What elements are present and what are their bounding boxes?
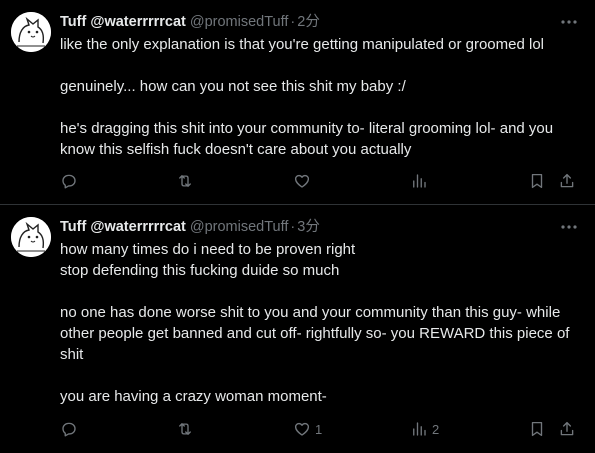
like-count: 1 <box>315 421 323 437</box>
tweet[interactable]: Tuff @waterrrrrcat @promisedTuff · 2分 like … <box>0 0 595 205</box>
display-name[interactable]: Tuff @waterrrrrcat <box>60 219 186 235</box>
share-icon <box>560 421 574 436</box>
share-button[interactable] <box>558 419 576 439</box>
like-button[interactable]: 1 <box>293 419 322 439</box>
views-button[interactable] <box>410 171 432 191</box>
bookmark-button[interactable] <box>528 171 546 191</box>
retweet-icon <box>179 423 191 435</box>
reply-icon <box>62 174 76 189</box>
reply-button[interactable] <box>60 419 78 439</box>
retweet-icon <box>179 175 191 187</box>
avatar-cat-drawing-icon <box>11 12 51 52</box>
more-dots-icon <box>561 225 577 229</box>
separator: · <box>290 14 296 30</box>
tweet-paragraph: he's dragging this shit into your commun… <box>60 120 554 158</box>
bookmark-button[interactable] <box>528 419 546 439</box>
avatar-cat-drawing-icon <box>11 217 51 257</box>
tweet-text: how many times do i need to be proven ri… <box>60 239 580 407</box>
tweet-actions <box>60 171 579 191</box>
retweet-button[interactable] <box>176 171 194 191</box>
tweet-paragraph: how many times do i need to be proven ri… <box>60 241 356 279</box>
views-button[interactable]: 2 <box>410 419 439 439</box>
like-button[interactable] <box>293 171 315 191</box>
tweet-paragraph: you are having a crazy woman moment- <box>60 388 327 405</box>
tweet-text: like the only explanation is that you're… <box>60 34 580 160</box>
display-name[interactable]: Tuff @waterrrrrcat <box>60 14 186 30</box>
user-handle[interactable]: @promisedTuff <box>190 14 289 30</box>
views-icon <box>413 174 426 188</box>
views-icon <box>413 422 426 436</box>
bookmark-icon <box>531 421 543 437</box>
tweet-paragraph: like the only explanation is that you're… <box>60 36 544 53</box>
tweet-header: Tuff @waterrrrrcat @promisedTuff · 3分 <box>60 218 555 236</box>
heart-icon <box>294 422 310 436</box>
more-options-button[interactable] <box>559 12 579 32</box>
heart-icon <box>294 174 310 188</box>
tweet[interactable]: Tuff @waterrrrrcat @promisedTuff · 3分 how m… <box>0 205 595 453</box>
more-dots-icon <box>561 20 577 24</box>
user-handle[interactable]: @promisedTuff <box>190 219 289 235</box>
tweet-header: Tuff @waterrrrrcat @promisedTuff · 2分 <box>60 13 555 31</box>
share-button[interactable] <box>558 171 576 191</box>
tweet-actions: 1 2 <box>60 419 579 439</box>
avatar[interactable] <box>11 12 51 52</box>
more-options-button[interactable] <box>559 217 579 237</box>
avatar[interactable] <box>11 217 51 257</box>
reply-button[interactable] <box>60 171 78 191</box>
timestamp[interactable]: 3分 <box>297 219 320 235</box>
bookmark-icon <box>531 173 543 189</box>
tweet-paragraph: genuinely... how can you not see this sh… <box>60 78 406 95</box>
timestamp[interactable]: 2分 <box>297 14 320 30</box>
retweet-button[interactable] <box>176 419 194 439</box>
share-icon <box>560 173 574 188</box>
tweet-paragraph: no one has done worse shit to you and yo… <box>60 304 570 363</box>
separator: · <box>290 219 296 235</box>
reply-icon <box>62 422 76 437</box>
views-count: 2 <box>432 421 440 437</box>
